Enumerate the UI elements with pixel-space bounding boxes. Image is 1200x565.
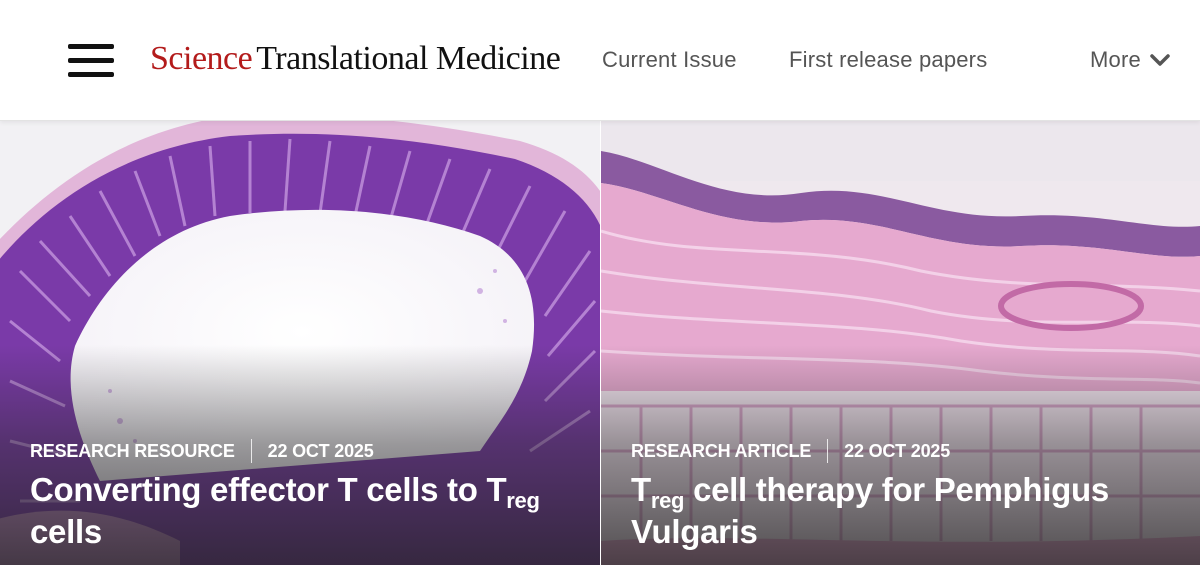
article-type-label: RESEARCH ARTICLE	[631, 440, 812, 461]
title-text-end: cells	[30, 513, 102, 550]
nav-more-label: More	[1090, 47, 1141, 72]
meta-divider	[827, 439, 829, 463]
logo-subtitle: Translational Medicine	[256, 40, 561, 77]
article-date: 22 OCT 2025	[267, 440, 374, 461]
logo-brand: Science	[150, 40, 253, 77]
title-subscript: reg	[650, 488, 685, 513]
hero-card-left[interactable]: RESEARCH RESOURCE 22 OCT 2025 Converting…	[0, 121, 600, 565]
title-text: Converting effector T cells to T	[30, 471, 507, 508]
article-type-label: RESEARCH RESOURCE	[30, 440, 235, 461]
nav-current-issue[interactable]: Current Issue	[602, 47, 737, 73]
article-date: 22 OCT 2025	[844, 440, 951, 461]
hero-card-right[interactable]: RESEARCH ARTICLE 22 OCT 2025 Treg cell t…	[601, 121, 1200, 565]
title-text: T	[631, 471, 651, 508]
article-meta: RESEARCH ARTICLE 22 OCT 2025	[631, 439, 950, 463]
nav-first-release-papers[interactable]: First release papers	[789, 47, 987, 73]
hamburger-menu-icon[interactable]	[68, 44, 114, 78]
article-meta: RESEARCH RESOURCE 22 OCT 2025	[30, 439, 374, 463]
title-text-end: cell therapy for Pemphigus Vulgaris	[631, 471, 1109, 550]
nav-more-menu[interactable]: More	[1090, 47, 1171, 73]
article-title[interactable]: Converting effector T cells to Treg cell…	[30, 469, 570, 553]
chevron-down-icon	[1150, 54, 1170, 66]
meta-divider	[250, 439, 252, 463]
site-header: Science Translational Medicine Current Is…	[0, 0, 1200, 121]
article-title[interactable]: Treg cell therapy for Pemphigus Vulgaris	[631, 469, 1171, 553]
title-subscript: reg	[506, 488, 540, 513]
journal-logo[interactable]: Science Translational Medicine	[150, 40, 561, 78]
